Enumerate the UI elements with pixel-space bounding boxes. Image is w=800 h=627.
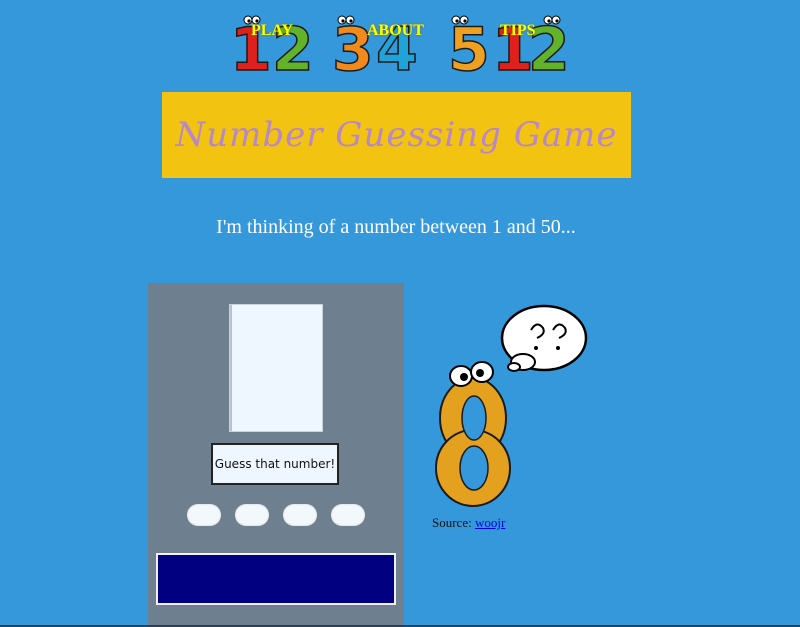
game-panel: Guess that number! (148, 283, 404, 627)
source-label: Source: (432, 515, 472, 530)
source-link[interactable]: woojr (475, 515, 505, 530)
number-card (229, 304, 323, 432)
choice-slot-2[interactable] (235, 504, 269, 526)
result-box (156, 553, 396, 605)
image-source: Source: woojr (432, 515, 505, 531)
nav-tips-link[interactable]: TIPS (500, 22, 536, 40)
choice-slot-3[interactable] (283, 504, 317, 526)
game-prompt: I'm thinking of a number between 1 and 5… (216, 216, 576, 238)
choice-slot-4[interactable] (331, 504, 365, 526)
guess-button[interactable]: Guess that number! (211, 443, 339, 485)
nav-about-link[interactable]: ABOUT (367, 22, 424, 40)
page-title: Number Guessing Game (175, 115, 618, 155)
nav-play-link[interactable]: PLAY (251, 22, 293, 40)
title-banner: Number Guessing Game (162, 92, 631, 178)
choice-slot-1[interactable] (187, 504, 221, 526)
thinking-eight-mascot-image (435, 304, 588, 507)
